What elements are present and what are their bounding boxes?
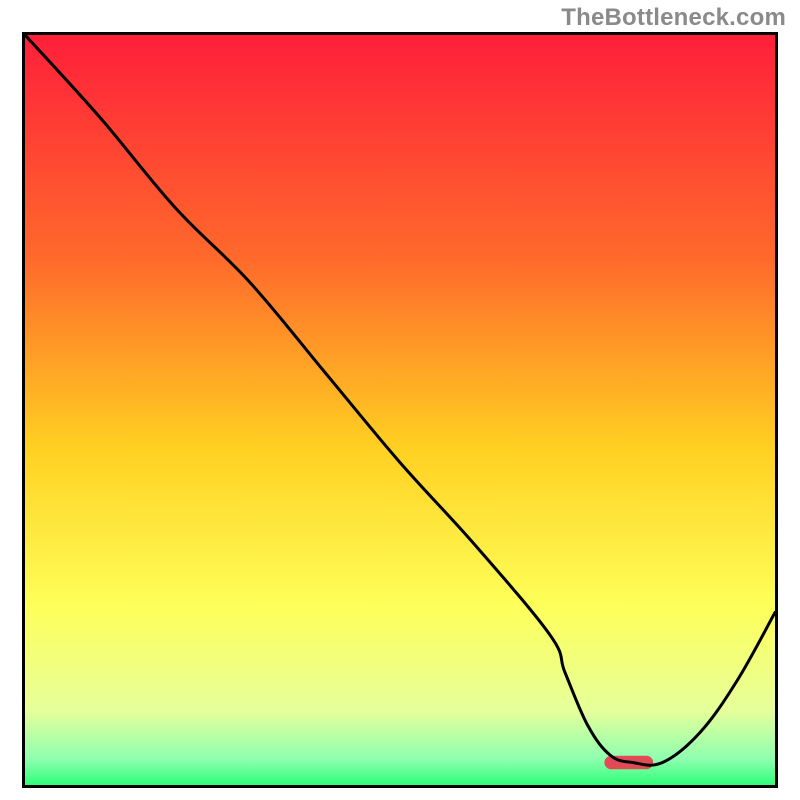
plot-svg	[25, 35, 775, 785]
plot-area	[22, 32, 778, 788]
watermark-text: TheBottleneck.com	[561, 4, 786, 32]
gradient-fill	[25, 35, 775, 785]
chart-stage: TheBottleneck.com	[0, 0, 800, 800]
